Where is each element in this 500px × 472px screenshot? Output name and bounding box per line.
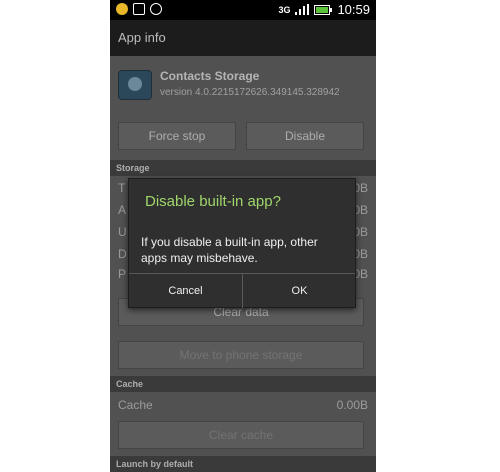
dialog-button-bar: Cancel OK bbox=[129, 273, 355, 308]
page-title: App info bbox=[118, 30, 166, 45]
phone-screen: 3G 10:59 App info Contacts Storage versi… bbox=[110, 0, 376, 472]
battery-icon bbox=[314, 4, 333, 15]
dialog-title: Disable built-in app? bbox=[145, 193, 281, 210]
status-right: 3G 10:59 bbox=[278, 2, 370, 17]
network-type: 3G bbox=[278, 4, 291, 15]
clock: 10:59 bbox=[337, 2, 370, 17]
image-icon bbox=[133, 3, 145, 15]
disable-app-dialog: Disable built-in app? If you disable a b… bbox=[128, 178, 356, 308]
status-left-icons bbox=[116, 3, 162, 15]
title-bar: App info bbox=[110, 20, 376, 56]
cancel-button[interactable]: Cancel bbox=[129, 274, 242, 308]
signal-icon bbox=[295, 4, 310, 15]
dialog-message: If you disable a built-in app, other app… bbox=[141, 235, 318, 265]
status-bar: 3G 10:59 bbox=[110, 0, 376, 20]
notification-icon bbox=[116, 3, 128, 15]
whatsapp-icon bbox=[150, 3, 162, 15]
ok-button[interactable]: OK bbox=[243, 274, 356, 308]
